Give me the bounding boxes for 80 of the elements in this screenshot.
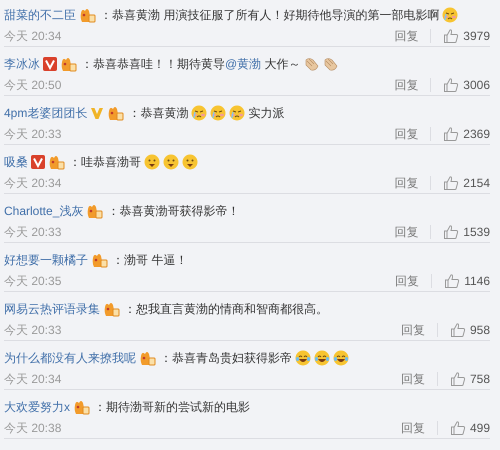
reply-link[interactable]: 回复 xyxy=(400,420,425,436)
member-badge-icon xyxy=(139,350,157,366)
comment-time: 今天 20:33 xyxy=(4,224,62,240)
comment-text: ：恭喜恭喜哇！！期待黄导@黄渤 大作～ xyxy=(81,56,301,72)
member-badge-icon xyxy=(103,301,121,317)
crying-face-icon xyxy=(229,105,246,121)
member-badge-icon xyxy=(73,399,91,415)
user-name-link[interactable]: Charlotte_浅灰 xyxy=(4,202,84,220)
like-button[interactable]: 2154 xyxy=(443,175,490,191)
laughing-face-icon xyxy=(314,350,330,366)
comment-time: 今天 20:35 xyxy=(4,272,62,290)
thumbs-up-icon xyxy=(444,273,460,289)
comment-text: 实力派 xyxy=(248,104,284,122)
comment-text: ：渤哥 牛逼！ xyxy=(112,252,188,268)
user-name-link[interactable]: 甜菜的不二臣 xyxy=(4,6,76,24)
user-name-link[interactable]: 4pm老婆团团长 xyxy=(4,104,88,122)
comment-text: ：恭喜黄渤 xyxy=(128,104,188,122)
comment-time: 今天 20:38 xyxy=(4,420,62,436)
verified-badge-icon xyxy=(31,155,45,169)
reply-link[interactable]: 回复 xyxy=(400,370,425,388)
like-button[interactable]: 1539 xyxy=(443,224,490,240)
like-button[interactable]: 958 xyxy=(450,322,490,338)
reply-link[interactable]: 回复 xyxy=(394,76,418,94)
reply-link[interactable]: 回复 xyxy=(395,272,420,290)
clapping-hands-icon xyxy=(322,56,339,72)
laughing-face-icon xyxy=(295,350,311,366)
member-badge-icon xyxy=(86,203,104,219)
comment-text: ：恭喜青岛贵妇获得影帝 xyxy=(160,350,292,366)
thumbs-up-icon xyxy=(443,126,460,142)
clapping-hands-icon xyxy=(304,56,320,72)
thumbs-up-icon xyxy=(443,224,460,240)
reply-link[interactable]: 回复 xyxy=(394,224,418,240)
reply-link[interactable]: 回复 xyxy=(400,322,425,338)
member-badge-icon xyxy=(79,7,97,23)
comment-text: ：恭喜黄渤 用演技征服了所有人！好期待他导演的第一部电影啊 xyxy=(100,6,440,24)
user-name-link[interactable]: 好想要一颗橘子 xyxy=(4,252,88,268)
comment-text: ：恭喜黄渤哥获得影帝！ xyxy=(107,202,240,220)
comment-time: 今天 20:34 xyxy=(4,370,62,388)
like-button[interactable]: 1146 xyxy=(444,273,490,289)
thumbs-up-icon xyxy=(450,371,466,387)
comment-time: 今天 20:34 xyxy=(4,174,62,192)
thumbs-up-icon xyxy=(443,28,460,44)
like-button[interactable]: 3006 xyxy=(443,77,490,93)
crying-face-icon xyxy=(191,105,208,121)
crying-face-icon xyxy=(442,7,458,23)
comment-time: 今天 20:34 xyxy=(4,28,62,44)
user-name-link[interactable]: 李冰冰 xyxy=(4,56,40,72)
user-name-link[interactable]: 大欢爱努力x xyxy=(4,398,70,416)
thumbs-up-icon xyxy=(450,322,466,338)
like-button[interactable]: 499 xyxy=(450,420,490,436)
laughing-face-icon xyxy=(333,350,349,366)
mention-link[interactable]: @黄渤 xyxy=(225,56,262,70)
member-badge-icon xyxy=(60,56,78,72)
like-button[interactable]: 758 xyxy=(450,371,490,387)
user-name-link[interactable]: 为什么都没有人来撩我呢 xyxy=(4,350,136,366)
vip-badge-icon xyxy=(90,106,104,120)
member-badge-icon xyxy=(107,105,126,121)
smiling-face-icon xyxy=(182,154,198,170)
user-name-link[interactable]: 吸桑 xyxy=(4,154,28,170)
smiling-face-icon xyxy=(144,154,160,170)
smiling-face-icon xyxy=(163,154,179,170)
reply-link[interactable]: 回复 xyxy=(394,126,418,142)
member-badge-icon xyxy=(48,154,66,170)
comment-time: 今天 20:33 xyxy=(4,126,62,142)
like-button[interactable]: 2369 xyxy=(443,126,490,142)
member-badge-icon xyxy=(91,252,109,268)
user-name-link[interactable]: 网易云热评语录集 xyxy=(4,300,100,318)
comment-text: ：恕我直言黄渤的情商和智商都很高。 xyxy=(124,300,328,318)
comment-text: ：期待渤哥新的尝试新的电影 xyxy=(94,398,250,416)
thumbs-up-icon xyxy=(450,420,466,436)
comment-time: 今天 20:33 xyxy=(4,322,62,338)
reply-link[interactable]: 回复 xyxy=(394,174,418,192)
comment-time: 今天 20:50 xyxy=(4,76,62,94)
thumbs-up-icon xyxy=(443,175,460,191)
verified-badge-icon xyxy=(43,57,57,71)
reply-link[interactable]: 回复 xyxy=(394,28,418,44)
crying-face-icon xyxy=(210,105,226,121)
like-button[interactable]: 3979 xyxy=(443,28,490,44)
thumbs-up-icon xyxy=(443,77,460,93)
comment-text: ：哇恭喜渤哥 xyxy=(69,154,141,170)
